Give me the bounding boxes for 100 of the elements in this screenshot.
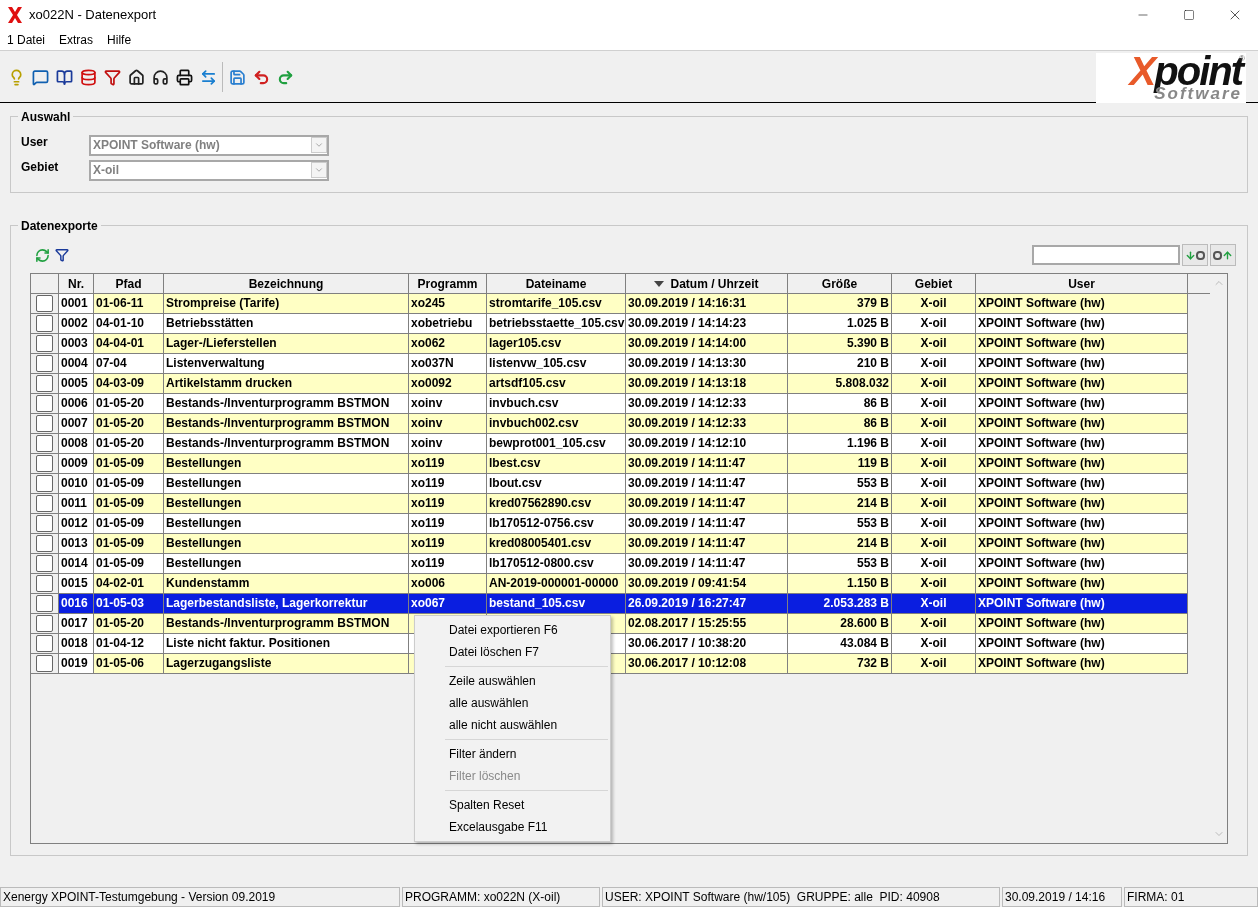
table-cell: 214 B — [856, 496, 889, 510]
table-cell: 04-01-10 — [96, 316, 145, 330]
table-cell: 0013 — [61, 536, 88, 550]
table-cell: 553 B — [856, 516, 889, 530]
table-cell: X-oil — [920, 456, 947, 470]
table-cell: 30.09.2019 / 14:12:33 — [628, 396, 747, 410]
table-cell: 04-02-01 — [96, 576, 145, 590]
table-cell: X-oil — [920, 296, 947, 310]
table-cell: Bestellungen — [166, 496, 242, 510]
table-cell: 43.084 B — [840, 636, 889, 650]
table-cell: 30.09.2019 / 14:13:18 — [628, 376, 747, 390]
table-cell: 30.09.2019 / 14:14:23 — [628, 316, 747, 330]
table-cell: 26.09.2019 / 16:27:47 — [628, 596, 747, 610]
status-field: FIRMA: 01 — [1124, 887, 1258, 907]
table-cell: Bestellungen — [166, 556, 242, 570]
table-cell: 30.06.2017 / 10:12:08 — [628, 656, 747, 670]
table-cell: Bestellungen — [166, 536, 242, 550]
table-cell: 379 B — [856, 296, 889, 310]
table-cell: 01-05-20 — [96, 416, 145, 430]
table-cell: 0003 — [61, 336, 88, 350]
table-cell: XPOINT Software (hw) — [978, 376, 1105, 390]
table-cell: 30.09.2019 / 14:16:31 — [628, 296, 747, 310]
table-cell: betriebsstaette_105.csv — [489, 316, 625, 330]
table-cell: X-oil — [920, 316, 947, 330]
table-cell: 553 B — [856, 556, 889, 570]
table-cell: X-oil — [920, 596, 947, 610]
table-cell: 01-04-12 — [96, 636, 145, 650]
table-cell: Lagerbestandsliste, Lagerkorrektur — [166, 596, 368, 610]
table-cell: 01-05-09 — [96, 556, 145, 570]
table-cell: xo119 — [411, 456, 445, 470]
table-cell: xo062 — [411, 336, 446, 350]
table-cell: Bestellungen — [166, 516, 242, 530]
table-cell: 0012 — [61, 516, 88, 530]
table-cell: kred08005401.csv — [489, 536, 592, 550]
table-cell: X-oil — [920, 496, 947, 510]
table-cell: 0009 — [61, 456, 88, 470]
table-cell: xo245 — [411, 296, 446, 310]
table-cell: 28.600 B — [840, 616, 889, 630]
table-cell: 30.09.2019 / 14:12:33 — [628, 416, 747, 430]
window-title: xo022N - Datenexport — [29, 6, 157, 25]
table-cell: 30.06.2017 / 10:38:20 — [628, 636, 747, 650]
table-cell: xoinv — [411, 396, 443, 410]
table-cell: 0006 — [61, 396, 88, 410]
table-cell: xo119 — [411, 536, 445, 550]
status-field: 30.09.2019 / 14:16 — [1002, 887, 1122, 907]
table-cell: stromtarife_105.csv — [489, 296, 602, 310]
table-cell: Bestellungen — [166, 456, 242, 470]
table-cell: Bestands-/Inventurprogramm BSTMON — [166, 436, 390, 450]
table-cell: Listenverwaltung — [166, 356, 265, 370]
table-cell: lbout.csv — [489, 476, 542, 490]
table-cell: XPOINT Software (hw) — [978, 416, 1105, 430]
table-cell: 0011 — [61, 496, 88, 510]
table-cell: X-oil — [920, 556, 947, 570]
table-cell: X-oil — [920, 336, 947, 350]
table-cell: 01-06-11 — [96, 296, 144, 310]
table-cell: lb170512-0756.csv — [489, 516, 594, 530]
table-cell: lager105.csv — [489, 336, 562, 350]
table-cell: 0007 — [61, 416, 88, 430]
table-cell: 5.390 B — [846, 336, 889, 350]
table-cell: 01-05-03 — [96, 596, 145, 610]
table-cell: lbest.csv — [489, 456, 541, 470]
table-cell: 0015 — [61, 576, 88, 590]
table-cell: 0018 — [61, 636, 88, 650]
table-cell: XPOINT Software (hw) — [978, 656, 1105, 670]
table-cell: XPOINT Software (hw) — [978, 296, 1105, 310]
table-cell: 210 B — [856, 356, 889, 370]
table-cell: 01-05-09 — [96, 516, 145, 530]
table-cell: X-oil — [920, 636, 947, 650]
table-cell: 01-05-06 — [96, 656, 145, 670]
table-cell: 2.053.283 B — [823, 596, 889, 610]
table-cell: 07-04 — [96, 356, 127, 370]
table-cell: invbuch.csv — [489, 396, 559, 410]
table-cell: 30.09.2019 / 14:11:47 — [628, 456, 746, 470]
table-cell: xoinv — [411, 436, 443, 450]
table-cell: 732 B — [856, 656, 889, 670]
table-cell: Betriebsstätten — [166, 316, 254, 330]
table-cell: 04-04-01 — [96, 336, 145, 350]
table-cell: 86 B — [863, 396, 889, 410]
table-cell: X-oil — [920, 656, 947, 670]
table-cell: 1.025 B — [846, 316, 889, 330]
table-cell: 0019 — [61, 656, 88, 670]
status-field: PROGRAMM: xo022N (X-oil) — [402, 887, 600, 907]
table-cell: 01-05-09 — [96, 496, 145, 510]
table-cell: X-oil — [920, 396, 947, 410]
table-cell: X-oil — [920, 576, 947, 590]
table-cell: 119 B — [857, 456, 889, 470]
table-cell: XPOINT Software (hw) — [978, 516, 1105, 530]
table-cell: xo119 — [411, 556, 445, 570]
table-cell: XPOINT Software (hw) — [978, 476, 1105, 490]
table-cell: X-oil — [920, 436, 947, 450]
table-cell: XPOINT Software (hw) — [978, 616, 1105, 630]
table-cell: artsdf105.csv — [489, 376, 566, 390]
table-cell: xo067 — [411, 596, 446, 610]
table-cell: 04-03-09 — [96, 376, 145, 390]
company-logo: Xpoint Software ® — [1096, 53, 1246, 103]
table-cell: 30.09.2019 / 14:13:30 — [628, 356, 747, 370]
table-cell: XPOINT Software (hw) — [978, 496, 1105, 510]
table-cell: 30.09.2019 / 14:12:10 — [628, 436, 747, 450]
table-cell: xobetriebu — [411, 316, 473, 330]
table-cell: 01-05-09 — [96, 536, 145, 550]
